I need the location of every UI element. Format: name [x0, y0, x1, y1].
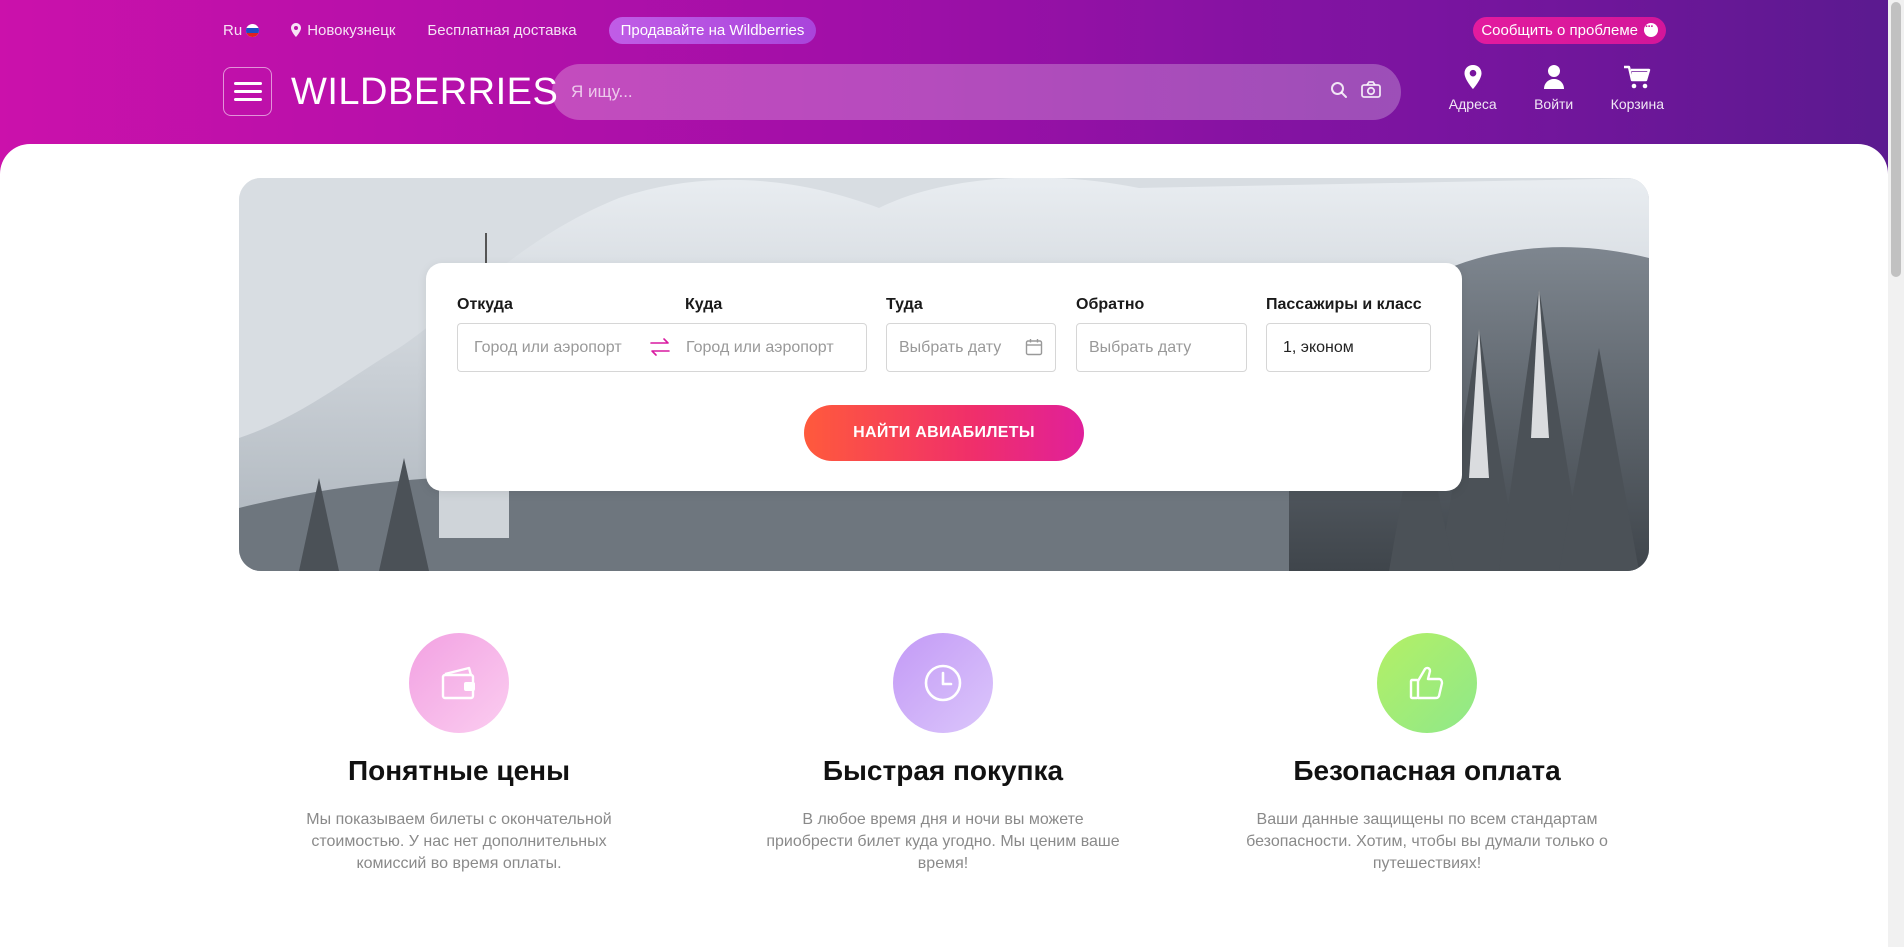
language-selector[interactable]: Ru — [223, 21, 260, 39]
addresses-label: Адреса — [1448, 96, 1497, 112]
addresses-link[interactable]: Адреса — [1449, 64, 1497, 112]
logo[interactable]: WILDBERRIES — [291, 68, 558, 116]
feature-title: Быстрая покупка — [822, 755, 1064, 786]
to-input[interactable]: Город или аэропорт — [670, 323, 867, 372]
depart-placeholder: Выбрать дату — [899, 338, 1002, 356]
login-link[interactable]: Войти — [1533, 64, 1575, 112]
scrollbar-thumb[interactable] — [1891, 2, 1901, 277]
cart-label: Корзина — [1610, 96, 1664, 112]
calendar-icon — [1025, 339, 1043, 356]
depart-date-input[interactable]: Выбрать дату — [886, 323, 1056, 372]
swap-icon[interactable] — [649, 337, 671, 357]
search-input[interactable] — [571, 82, 1291, 102]
clock-icon — [893, 633, 993, 733]
location-pin-icon — [291, 23, 302, 37]
sell-on-wildberries-button[interactable]: Продавайте на Wildberries — [608, 16, 817, 44]
user-icon — [1543, 65, 1564, 89]
wallet-icon — [409, 633, 509, 733]
passengers-label: Пассажиры и класс — [1266, 296, 1422, 313]
feature-secure-payment: Безопасная оплата Ваши данные защищены п… — [1217, 633, 1637, 875]
from-placeholder: Город или аэропорт — [474, 338, 622, 356]
hamburger-icon — [233, 82, 262, 85]
to-label: Куда — [685, 296, 723, 313]
find-tickets-button[interactable]: НАЙТИ АВИАБИЛЕТЫ — [804, 405, 1084, 461]
login-label: Войти — [1534, 96, 1574, 112]
russia-flag-icon — [246, 23, 260, 37]
location-pin-icon — [1464, 65, 1482, 89]
page-scrollbar[interactable] — [1888, 0, 1904, 947]
feature-description: Ваши данные защищены по всем стандартам … — [1246, 811, 1608, 872]
feature-clear-prices: Понятные цены Мы показываем билеты с око… — [249, 633, 669, 875]
depart-label: Туда — [886, 296, 923, 313]
return-placeholder: Выбрать дату — [1089, 338, 1192, 356]
chat-bubble-icon — [1644, 18, 1658, 37]
language-label: Ru — [223, 21, 243, 39]
feature-description: Мы показываем билеты с окончательной сто… — [306, 811, 612, 872]
search-bar — [552, 64, 1401, 120]
return-label: Обратно — [1076, 296, 1145, 313]
city-label: Новокузнецк — [307, 21, 396, 39]
city-selector[interactable]: Новокузнецк — [291, 22, 395, 39]
top-bar: Ru Новокузнецк Бесплатная доставка Прода… — [223, 16, 1666, 44]
report-problem-label: Сообщить о проблеме — [1481, 21, 1638, 39]
return-date-input[interactable]: Выбрать дату — [1076, 323, 1247, 372]
feature-description: В любое время дня и ночи вы можете приоб… — [766, 811, 1120, 872]
thumbs-up-icon — [1377, 633, 1477, 733]
feature-title: Безопасная оплата — [1293, 755, 1561, 786]
menu-button[interactable] — [223, 67, 272, 116]
camera-icon[interactable] — [1361, 81, 1381, 99]
from-input[interactable]: Город или аэропорт — [457, 323, 670, 372]
to-placeholder: Город или аэропорт — [686, 338, 834, 356]
cart-icon — [1624, 65, 1651, 89]
passengers-value: 1, эконом — [1283, 338, 1354, 356]
feature-fast-purchase: Быстрая покупка В любое время дня и ночи… — [733, 633, 1153, 875]
free-delivery-link[interactable]: Бесплатная доставка — [427, 22, 576, 39]
feature-title: Понятные цены — [348, 755, 570, 786]
flight-search-form: Откуда Город или аэропорт Куда Город или… — [426, 263, 1462, 491]
header-nav: Адреса Войти Корзина — [1449, 64, 1664, 112]
from-label: Откуда — [457, 296, 513, 313]
search-icon[interactable] — [1330, 81, 1348, 99]
cart-link[interactable]: Корзина — [1611, 64, 1664, 112]
passengers-select[interactable]: 1, эконом — [1266, 323, 1431, 372]
report-problem-button[interactable]: Сообщить о проблеме — [1473, 16, 1666, 44]
